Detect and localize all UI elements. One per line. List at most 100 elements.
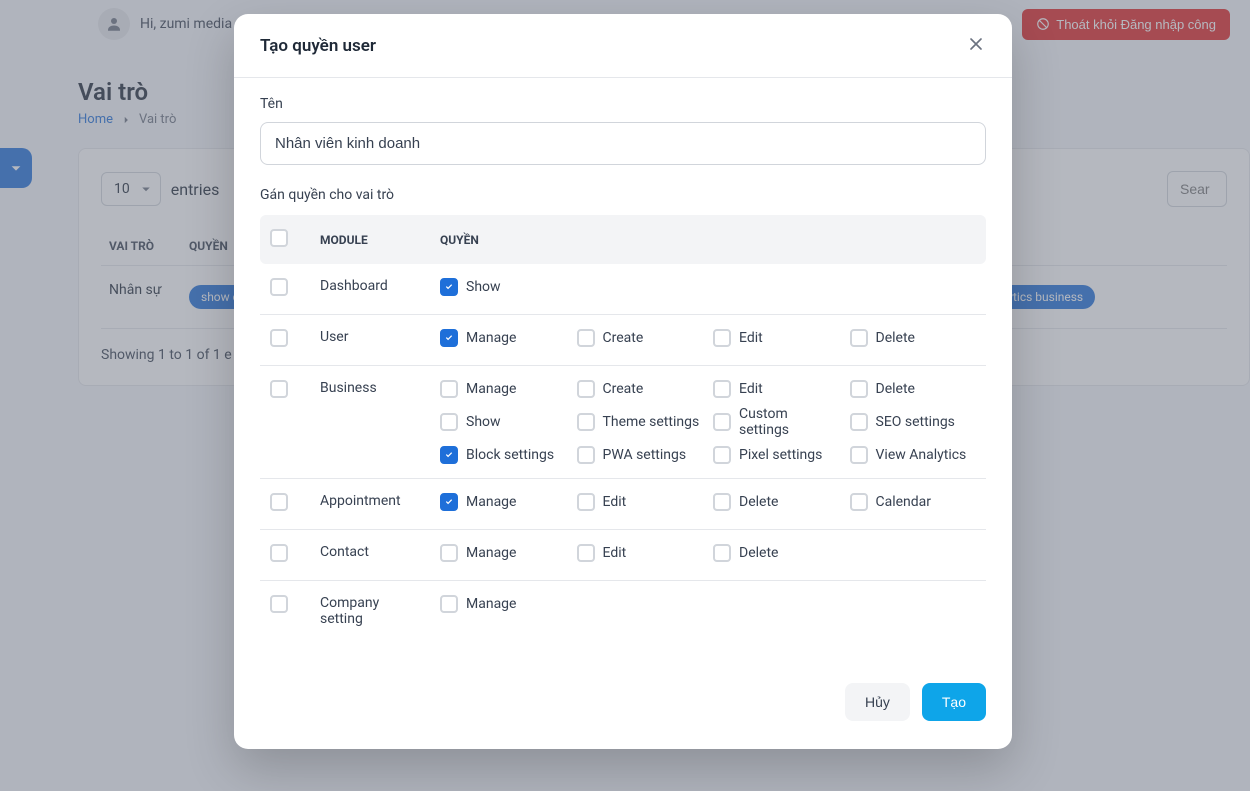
permission-label: Create xyxy=(603,381,644,397)
permission-checkbox[interactable] xyxy=(577,493,595,511)
permission-checkbox[interactable] xyxy=(577,380,595,398)
permission-checkbox[interactable] xyxy=(850,493,868,511)
module-name: Appointment xyxy=(310,479,430,530)
permission-label: Delete xyxy=(739,545,778,561)
permission-checkbox[interactable] xyxy=(850,329,868,347)
permission-label: Manage xyxy=(466,381,516,397)
permission-item[interactable]: Manage xyxy=(440,380,567,398)
permission-label: Show xyxy=(466,279,501,295)
permission-checkbox[interactable] xyxy=(713,413,731,431)
th-module: MODULE xyxy=(310,215,430,264)
permission-item[interactable]: Show xyxy=(440,278,567,296)
permission-label: Edit xyxy=(603,545,627,561)
permission-label: Delete xyxy=(739,494,778,510)
permission-checkbox[interactable] xyxy=(440,278,458,296)
permission-label: Calendar xyxy=(876,494,932,510)
permission-item[interactable]: Delete xyxy=(713,493,840,511)
module-checkbox[interactable] xyxy=(270,595,288,613)
permission-label: Show xyxy=(466,414,501,430)
permission-item[interactable]: Edit xyxy=(577,493,704,511)
permission-checkbox[interactable] xyxy=(577,413,595,431)
permission-checkbox[interactable] xyxy=(713,329,731,347)
module-name: Dashboard xyxy=(310,264,430,315)
permission-checkbox[interactable] xyxy=(850,380,868,398)
permission-label: PWA settings xyxy=(603,447,687,463)
permission-checkbox[interactable] xyxy=(577,446,595,464)
permission-checkbox[interactable] xyxy=(440,446,458,464)
permission-checkbox[interactable] xyxy=(440,544,458,562)
permission-item[interactable]: Manage xyxy=(440,493,567,511)
permission-label: Manage xyxy=(466,596,516,612)
permission-item[interactable]: SEO settings xyxy=(850,406,977,438)
permission-label: Edit xyxy=(603,494,627,510)
module-checkbox[interactable] xyxy=(270,493,288,511)
module-checkbox[interactable] xyxy=(270,380,288,398)
cancel-button[interactable]: Hủy xyxy=(845,683,910,721)
permission-item[interactable]: Edit xyxy=(713,380,840,398)
modal-title: Tạo quyền user xyxy=(260,36,376,56)
permission-item[interactable]: Show xyxy=(440,406,567,438)
module-name: Business xyxy=(310,366,430,479)
permission-label: View Analytics xyxy=(876,447,967,463)
permission-label: Block settings xyxy=(466,447,554,463)
permission-item[interactable]: Delete xyxy=(713,544,840,562)
th-perms: QUYỀN xyxy=(430,215,986,264)
permission-row: Business Manage Create Edit Delete Show Theme … xyxy=(260,366,986,479)
permission-label: Custom settings xyxy=(739,406,840,438)
permission-checkbox[interactable] xyxy=(850,413,868,431)
permission-item[interactable]: Create xyxy=(577,380,704,398)
permission-item[interactable]: Edit xyxy=(577,544,704,562)
name-label: Tên xyxy=(260,96,986,112)
permission-item[interactable]: Manage xyxy=(440,595,567,613)
permission-row: Company setting Manage xyxy=(260,581,986,642)
permission-item[interactable]: Custom settings xyxy=(713,406,840,438)
permission-label: Pixel settings xyxy=(739,447,822,463)
permission-item[interactable]: Manage xyxy=(440,329,567,347)
permission-checkbox[interactable] xyxy=(440,413,458,431)
permission-row: ContactManageEditDelete xyxy=(260,530,986,581)
select-all-checkbox[interactable] xyxy=(270,229,288,247)
permission-item[interactable]: Delete xyxy=(850,380,977,398)
permission-row: Dashboard Show xyxy=(260,264,986,315)
permission-checkbox[interactable] xyxy=(440,380,458,398)
permission-label: Manage xyxy=(466,330,516,346)
permission-checkbox[interactable] xyxy=(713,493,731,511)
permission-checkbox[interactable] xyxy=(713,446,731,464)
permission-label: SEO settings xyxy=(876,414,955,430)
permission-checkbox[interactable] xyxy=(440,595,458,613)
permission-checkbox[interactable] xyxy=(440,329,458,347)
permission-item[interactable]: Calendar xyxy=(850,493,977,511)
permission-item[interactable]: Edit xyxy=(713,329,840,347)
permission-checkbox[interactable] xyxy=(577,329,595,347)
permission-item[interactable]: Pixel settings xyxy=(713,446,840,464)
permission-checkbox[interactable] xyxy=(577,544,595,562)
permission-item[interactable]: Block settings xyxy=(440,446,567,464)
name-input[interactable] xyxy=(260,122,986,165)
permission-item[interactable]: PWA settings xyxy=(577,446,704,464)
permission-checkbox[interactable] xyxy=(440,493,458,511)
permission-row: User Manage Create Edit Delete xyxy=(260,315,986,366)
permission-item[interactable]: Theme settings xyxy=(577,406,704,438)
module-checkbox[interactable] xyxy=(270,278,288,296)
permission-item[interactable]: Manage xyxy=(440,544,567,562)
permission-label: Delete xyxy=(876,381,915,397)
permission-item[interactable]: View Analytics xyxy=(850,446,977,464)
create-button[interactable]: Tạo xyxy=(922,683,986,721)
permission-label: Edit xyxy=(739,330,763,346)
close-button[interactable] xyxy=(966,34,986,57)
permission-checkbox[interactable] xyxy=(713,544,731,562)
module-checkbox[interactable] xyxy=(270,544,288,562)
permission-row: Appointment Manage Edit Delete Calendar xyxy=(260,479,986,530)
module-name: Company setting xyxy=(310,581,430,642)
close-icon xyxy=(966,34,986,54)
permission-checkbox[interactable] xyxy=(850,446,868,464)
permissions-table: MODULE QUYỀN Dashboard Show User Manage Crea… xyxy=(260,215,986,641)
create-role-modal: Tạo quyền user Tên Gán quyền cho vai trò… xyxy=(234,14,1012,749)
permission-item[interactable]: Create xyxy=(577,329,704,347)
permission-checkbox[interactable] xyxy=(713,380,731,398)
permission-item[interactable]: Delete xyxy=(850,329,977,347)
permission-label: Theme settings xyxy=(603,414,700,430)
module-checkbox[interactable] xyxy=(270,329,288,347)
assign-label: Gán quyền cho vai trò xyxy=(260,187,986,203)
module-name: User xyxy=(310,315,430,366)
